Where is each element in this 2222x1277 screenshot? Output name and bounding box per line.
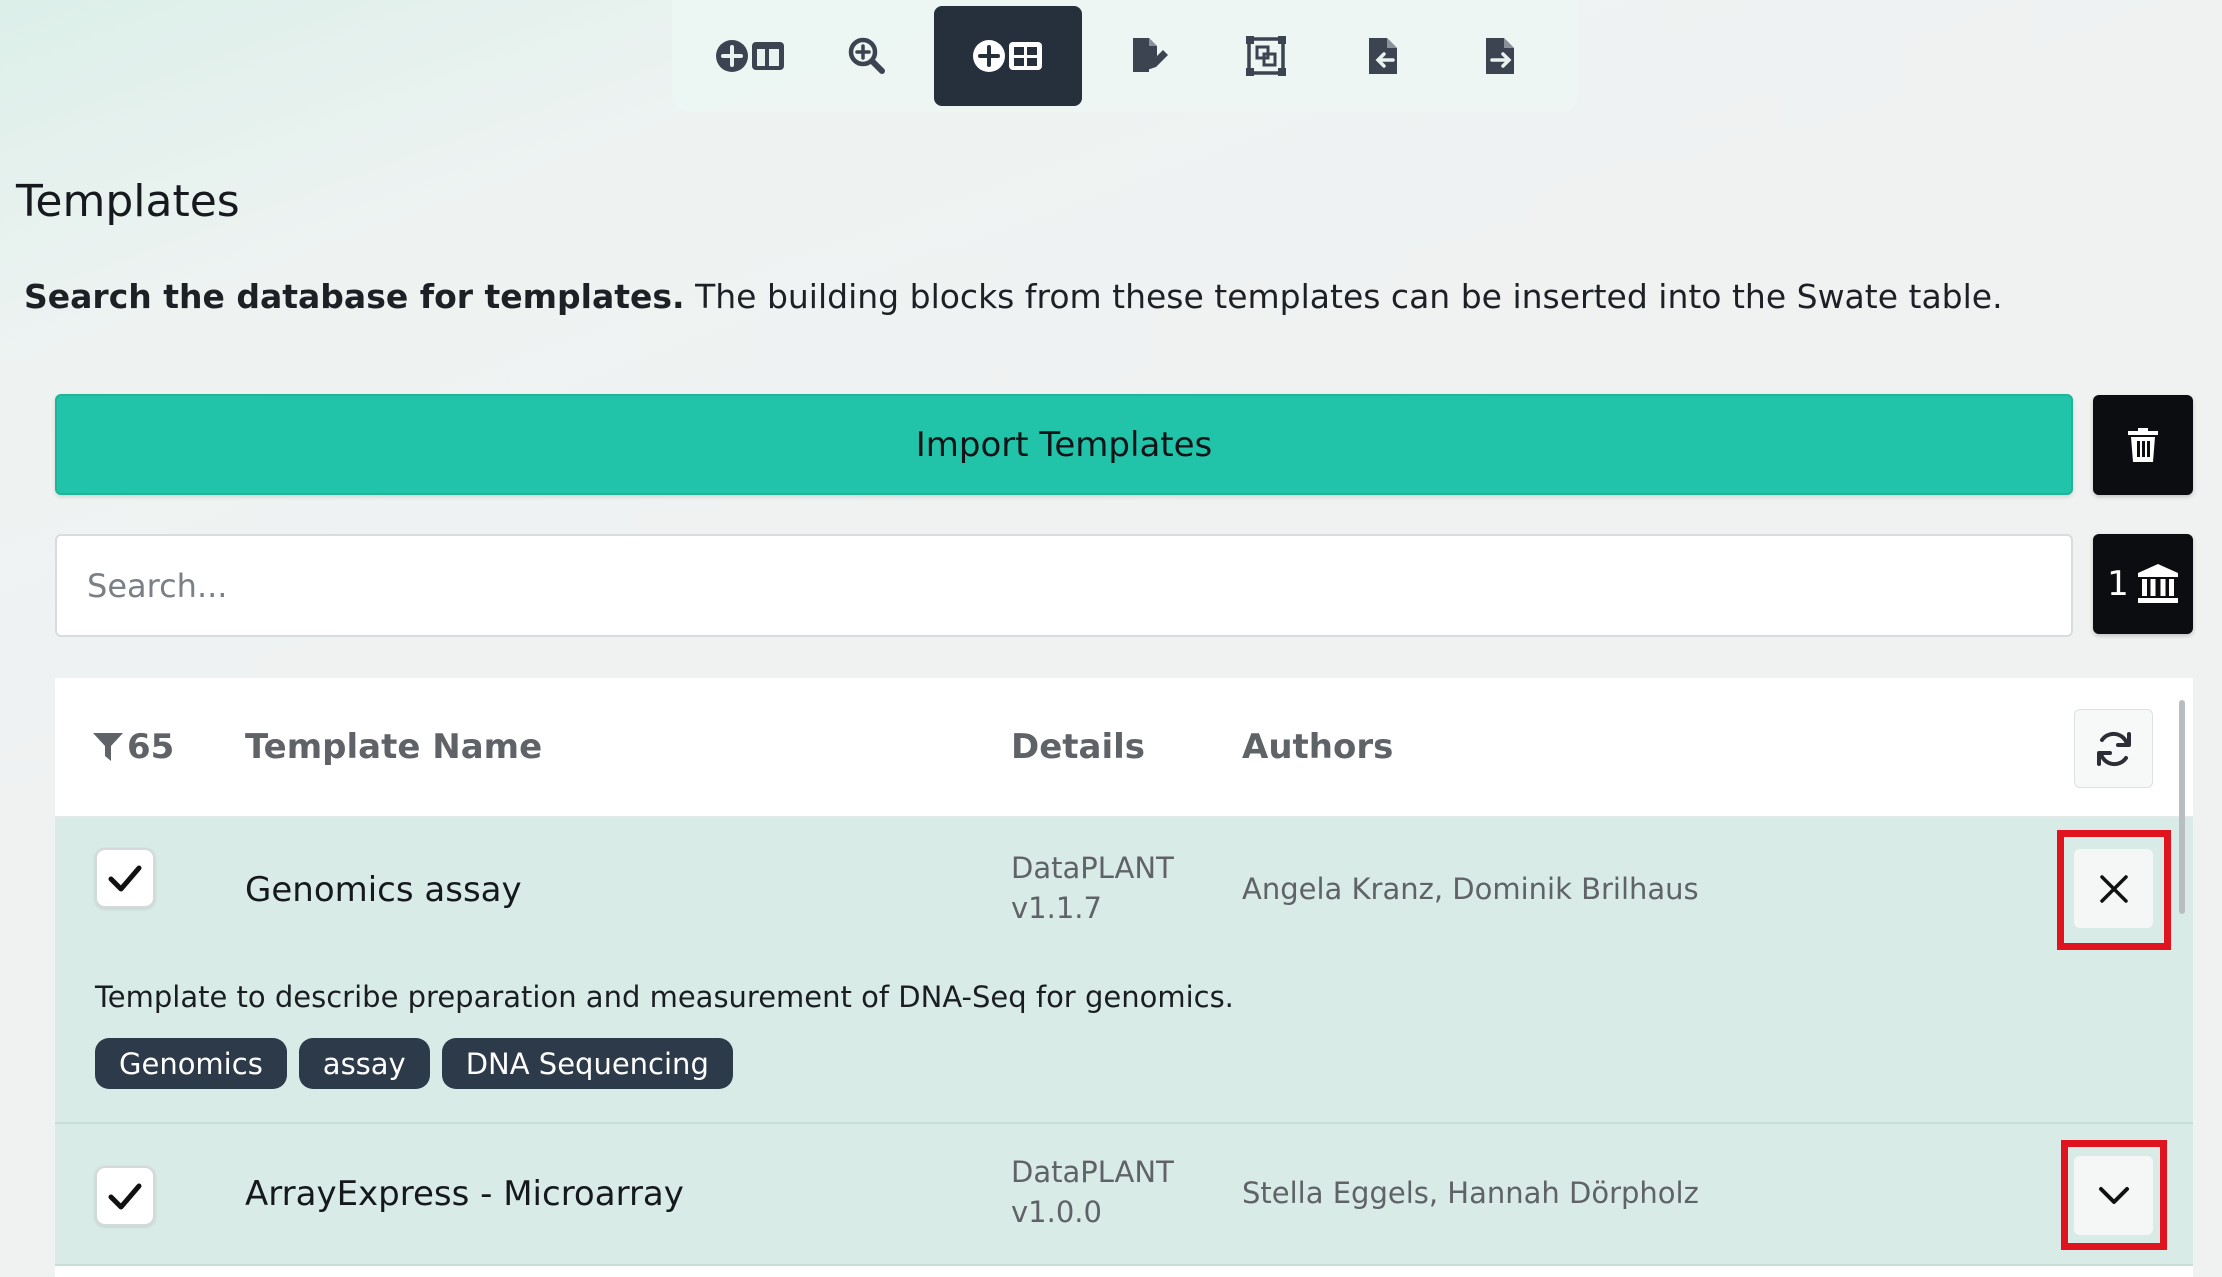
check-icon bbox=[108, 865, 142, 892]
trash-icon bbox=[2128, 428, 2158, 462]
collapse-row-button[interactable] bbox=[2074, 849, 2153, 928]
toolbar-add-building-block-button[interactable] bbox=[693, 6, 808, 106]
tag[interactable]: Genomics bbox=[95, 1038, 287, 1089]
template-search-input[interactable] bbox=[55, 534, 2073, 637]
filter-count-header[interactable]: 65 bbox=[93, 727, 174, 767]
filter-count: 65 bbox=[127, 727, 175, 767]
refresh-button[interactable] bbox=[2074, 709, 2153, 788]
template-description: Template to describe preparation and mea… bbox=[95, 980, 1234, 1014]
file-edit-icon bbox=[1132, 38, 1168, 72]
table-row: Genomics assay DataPLANT v1.1.7 Angela K… bbox=[55, 818, 2193, 1124]
toolbar-search-term-button[interactable] bbox=[810, 6, 925, 106]
row-select-checkbox[interactable] bbox=[95, 848, 155, 908]
tag[interactable]: DNA Sequencing bbox=[441, 1038, 733, 1089]
toolbar-file-edit-button[interactable] bbox=[1091, 6, 1206, 106]
template-tags: Genomics assay DNA Sequencing bbox=[95, 1038, 733, 1089]
protocol-icon bbox=[1245, 36, 1286, 76]
template-authors: Angela Kranz, Dominik Brilhaus bbox=[1242, 872, 1699, 906]
template-name[interactable]: ArrayExpress - Microarray bbox=[245, 1174, 684, 1214]
search-term-icon bbox=[849, 37, 886, 74]
page-intro: Search the database for templates. The b… bbox=[24, 277, 2174, 316]
check-icon bbox=[108, 1183, 142, 1210]
add-template-icon bbox=[973, 40, 1043, 72]
tag[interactable]: assay bbox=[298, 1038, 430, 1089]
header-template-name: Template Name bbox=[245, 727, 543, 767]
header-details: Details bbox=[1011, 727, 1146, 767]
template-authors: Stella Eggels, Hannah Dörpholz bbox=[1242, 1176, 1699, 1210]
table-scrollbar[interactable] bbox=[2179, 700, 2185, 914]
template-org: DataPLANT bbox=[1011, 851, 1174, 885]
table-header: 65 Template Name Details Authors bbox=[55, 678, 2193, 818]
database-icon bbox=[2137, 564, 2178, 603]
filter-icon bbox=[93, 733, 123, 761]
intro-bold: Search the database for templates. bbox=[24, 277, 685, 316]
toolbar-file-export-button[interactable] bbox=[1442, 6, 1557, 106]
templates-table: 65 Template Name Details Authors Genomic… bbox=[55, 678, 2193, 1277]
toolbar-add-template-button[interactable] bbox=[933, 6, 1083, 106]
toolbar-protocol-button[interactable] bbox=[1208, 6, 1323, 106]
template-name[interactable]: Genomics assay bbox=[245, 870, 522, 910]
main-toolbar bbox=[672, 0, 1578, 112]
template-details: DataPLANT v1.1.7 bbox=[1011, 848, 1174, 928]
template-version: v1.1.7 bbox=[1011, 891, 1102, 925]
template-details: DataPLANT v1.0.0 bbox=[1011, 1152, 1174, 1232]
template-org: DataPLANT bbox=[1011, 1155, 1174, 1189]
expand-row-button[interactable] bbox=[2074, 1156, 2153, 1235]
clear-selection-button[interactable] bbox=[2093, 395, 2193, 495]
close-icon bbox=[2099, 874, 2128, 903]
import-templates-button[interactable]: Import Templates bbox=[55, 394, 2073, 495]
chevron-down-icon bbox=[2098, 1186, 2129, 1204]
source-count: 1 bbox=[2107, 564, 2129, 604]
intro-text: The building blocks from these templates… bbox=[684, 277, 2003, 316]
refresh-icon bbox=[2096, 731, 2131, 766]
file-export-icon bbox=[1485, 38, 1514, 74]
toolbar-file-import-button[interactable] bbox=[1325, 6, 1440, 106]
template-version: v1.0.0 bbox=[1011, 1195, 1102, 1229]
header-authors: Authors bbox=[1242, 727, 1394, 767]
template-source-button[interactable]: 1 bbox=[2093, 534, 2193, 634]
row-select-checkbox[interactable] bbox=[95, 1166, 155, 1226]
page-title: Templates bbox=[16, 176, 240, 227]
file-import-icon bbox=[1368, 38, 1397, 74]
table-row: ArrayExpress - Microarray DataPLANT v1.0… bbox=[55, 1124, 2193, 1266]
add-building-block-icon bbox=[716, 40, 785, 72]
